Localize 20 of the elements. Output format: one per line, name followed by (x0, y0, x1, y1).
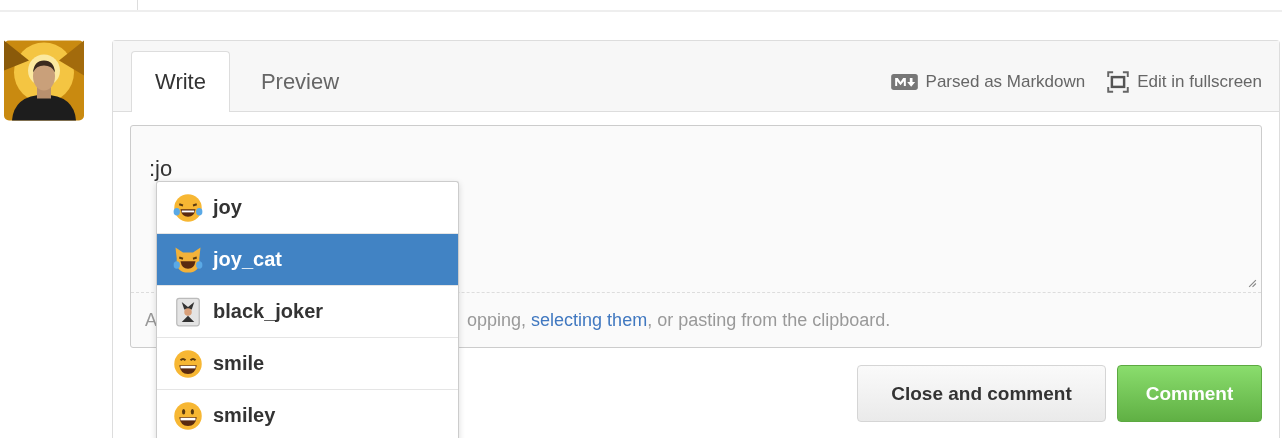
fullscreen-icon (1107, 71, 1130, 93)
markdown-icon (890, 74, 918, 90)
toolbar-label[interactable]: Parsed as Markdown (925, 72, 1086, 92)
resize-grip-icon[interactable] (1248, 279, 1257, 289)
selecting-link[interactable]: selecting them (531, 309, 648, 330)
typed-text: :jo (149, 156, 173, 181)
hint-text: opping, selecting them, or pasting from the clipboard. (467, 309, 891, 331)
joker-card-icon (173, 296, 203, 327)
smiley-face-icon (173, 400, 203, 431)
suggestion-item[interactable]: black_joker (157, 286, 458, 338)
hint-text: A (145, 309, 157, 331)
laughing-face-icon (173, 192, 203, 223)
suggestion-item[interactable]: smiley (157, 390, 458, 438)
close-comment-button[interactable]: Close and comment (857, 365, 1106, 422)
tab[interactable]: Write (131, 51, 230, 112)
suggestion-item[interactable]: smile (157, 338, 458, 390)
grinning-face-icon (173, 348, 203, 379)
toolbar-label[interactable]: Edit in fullscreen (1137, 72, 1262, 92)
suggestion-item[interactable]: joy_cat (157, 234, 458, 286)
tab[interactable]: Preview (230, 51, 370, 111)
